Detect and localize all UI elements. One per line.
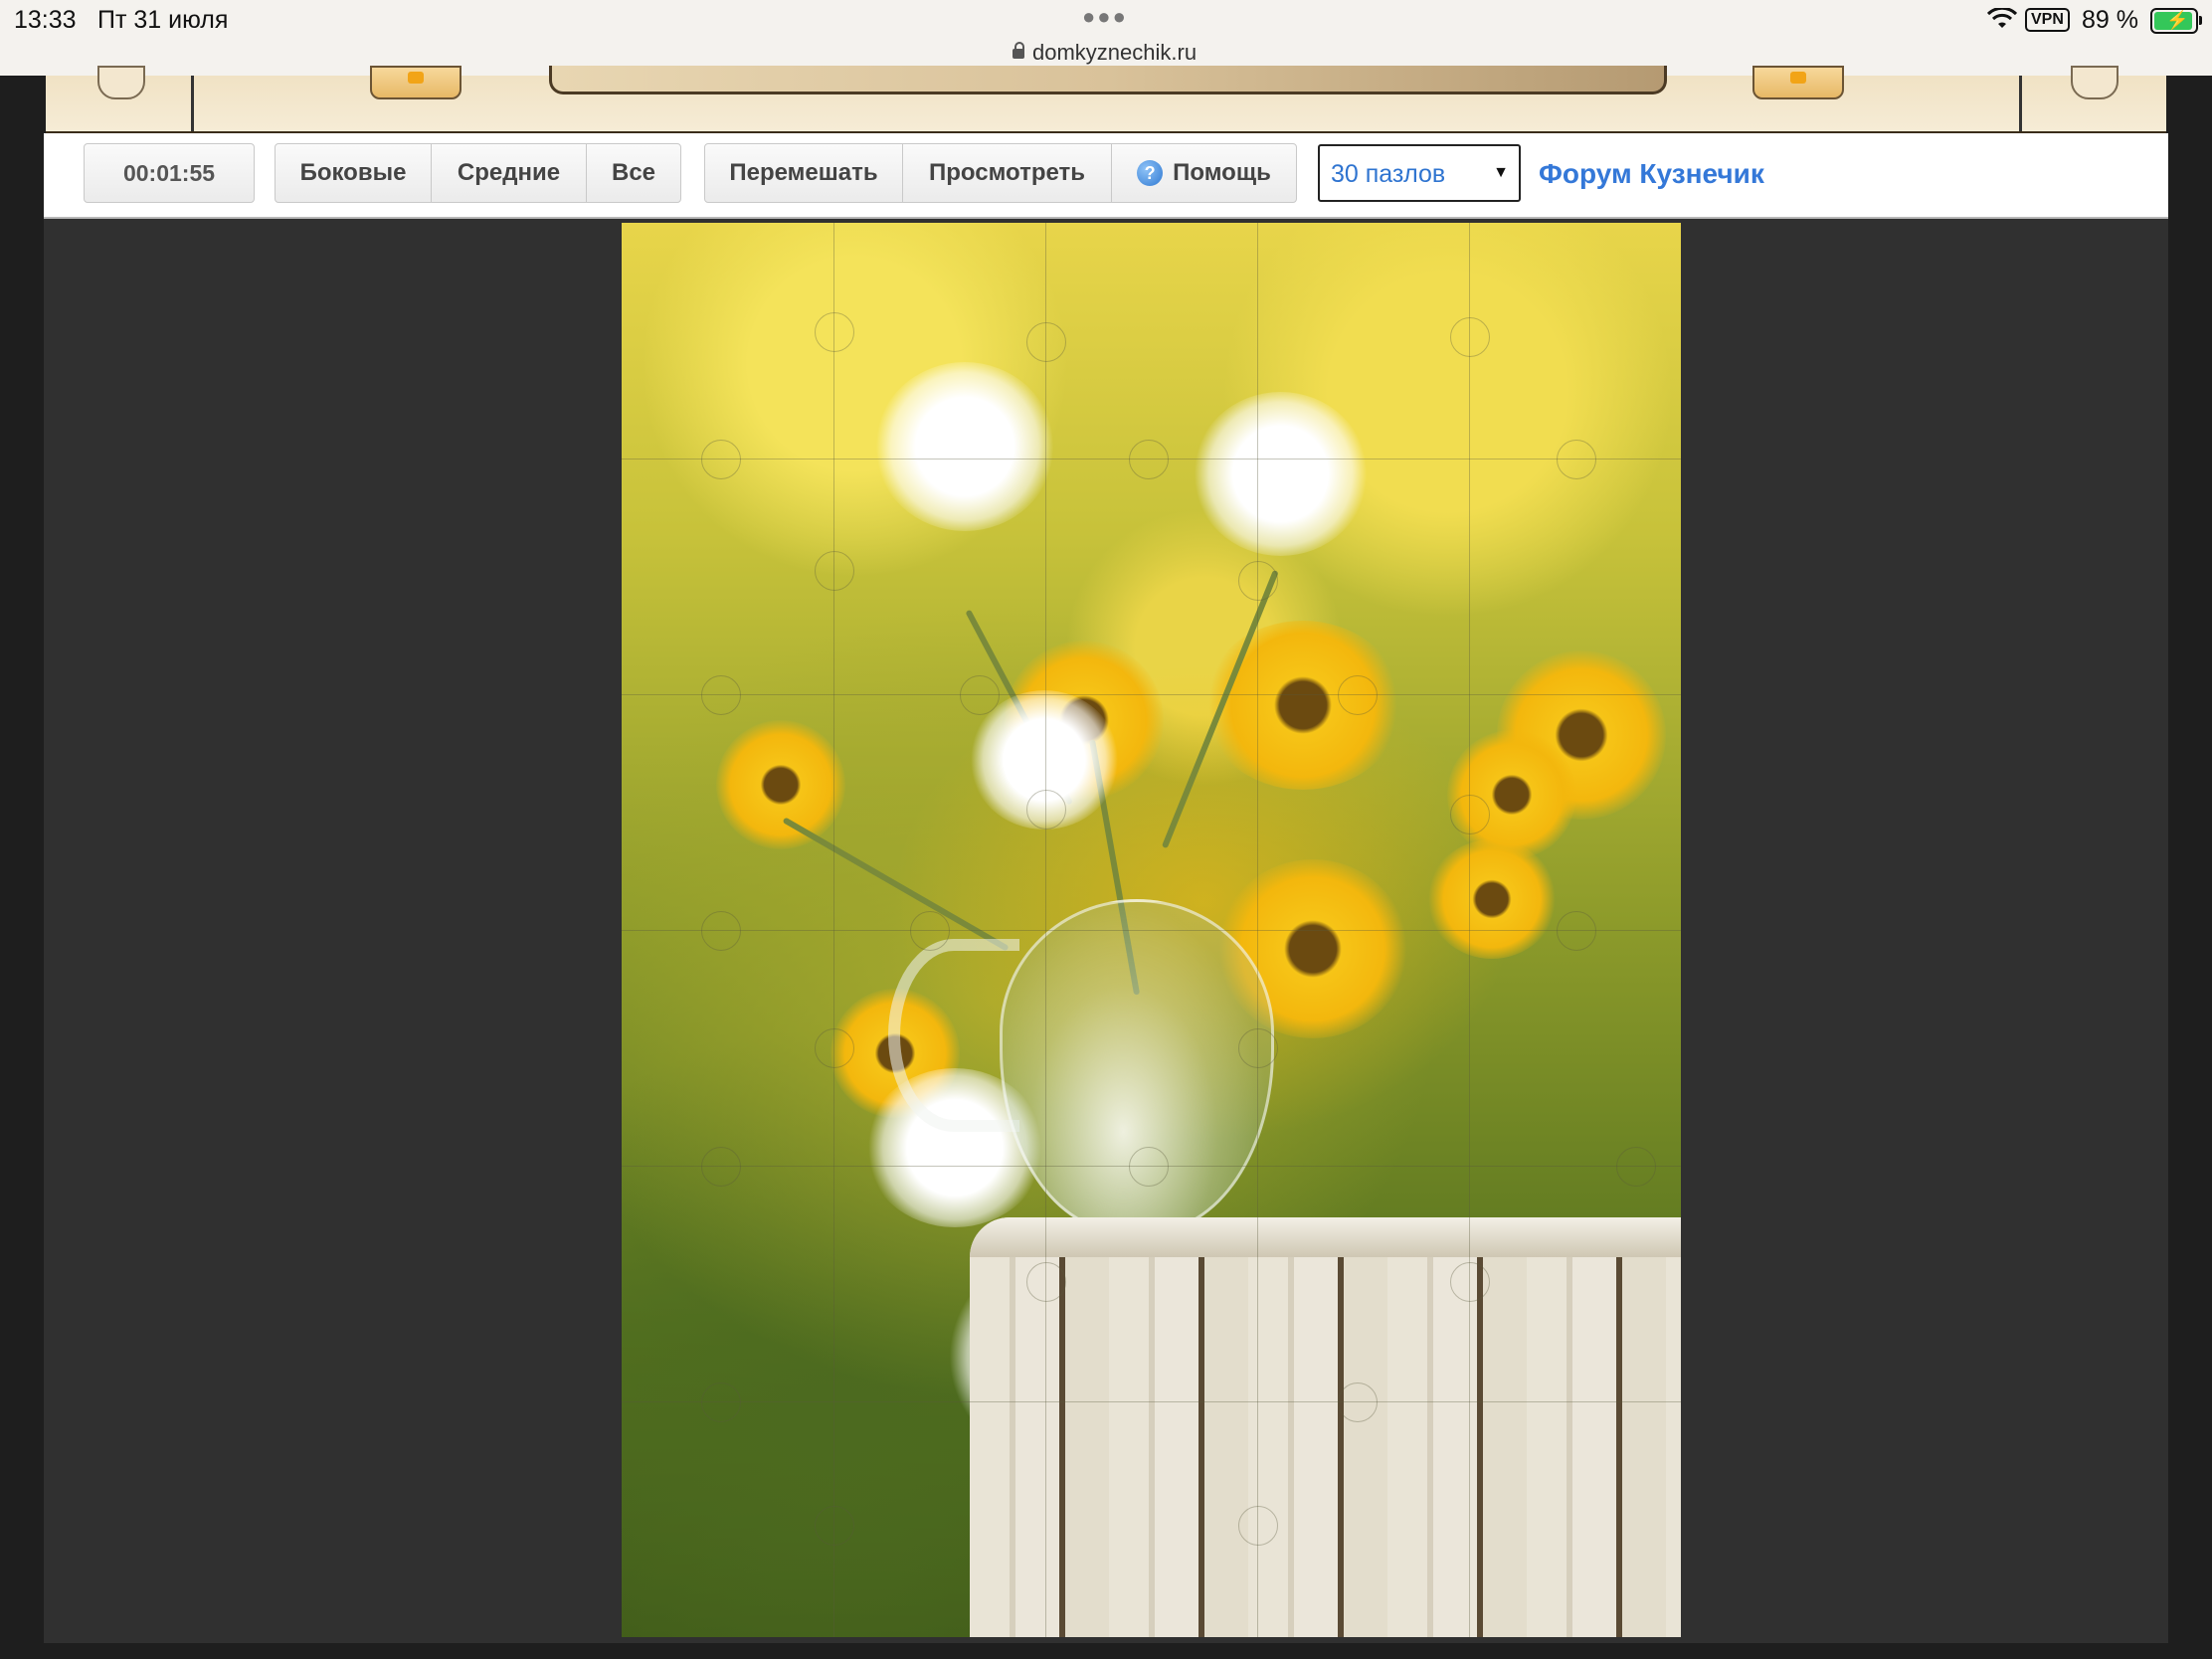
help-icon: ? (1137, 160, 1164, 186)
puzzle-tab (1338, 675, 1378, 715)
puzzle-tab (701, 675, 741, 715)
puzzle-tab (1450, 795, 1490, 834)
wifi-icon (1987, 8, 2017, 28)
more-dots-icon[interactable]: ●●● (1082, 4, 1128, 30)
header-divider (2019, 76, 2022, 131)
header-banner (549, 66, 1667, 94)
decor-knob-left (97, 66, 145, 99)
help-button[interactable]: ? Помощь (1111, 143, 1297, 203)
puzzle-workarea (44, 219, 2168, 1643)
battery-icon: ⚡ (2150, 8, 2202, 34)
flower-stem (782, 817, 1010, 952)
lock-icon (1013, 42, 1024, 59)
puzzle-tab (1338, 1382, 1378, 1422)
preview-button[interactable]: Просмотреть (902, 143, 1112, 203)
status-bar: 13:33 Пт 31 июля ●●● domkyznechik.ru VPN… (0, 0, 2212, 76)
treasure-chest-icon (1752, 66, 1844, 99)
dropdown-arrow-icon: ▼ (1493, 164, 1509, 181)
puzzle-tab (701, 440, 741, 479)
puzzle-tab (815, 312, 854, 352)
puzzle-tab (1026, 322, 1066, 362)
puzzle-count-value: 30 пазлов (1331, 160, 1446, 188)
puzzle-seam (622, 694, 1681, 695)
middle-pieces-button[interactable]: Средние (431, 143, 587, 203)
puzzle-tab (1238, 1506, 1278, 1546)
puzzle-tab (910, 911, 950, 951)
puzzle-tab (701, 1382, 741, 1422)
puzzle-tab (1450, 317, 1490, 357)
puzzle-tab (1238, 1028, 1278, 1068)
puzzle-seam (622, 930, 1681, 931)
dandelion-seedhead (1194, 392, 1368, 556)
address-url: domkyznechik.ru (1032, 40, 1198, 65)
battery-percent: 89 % (2082, 6, 2138, 34)
puzzle-tab (1238, 561, 1278, 601)
help-label: Помощь (1173, 159, 1271, 186)
shuffle-button[interactable]: Перемешать (704, 143, 903, 203)
puzzle-tab (701, 911, 741, 951)
puzzle-tab (815, 1028, 854, 1068)
edge-pieces-button[interactable]: Боковые (275, 143, 432, 203)
dandelion-seedhead (875, 362, 1054, 531)
status-date: Пт 31 июля (97, 6, 229, 34)
puzzle-tab (1026, 1262, 1066, 1302)
puzzle-tab (1129, 1147, 1169, 1187)
forum-link[interactable]: Форум Кузнечик (1539, 158, 1764, 190)
dandelion-flower (1427, 839, 1557, 959)
puzzle-seam (622, 1401, 1681, 1402)
puzzle-toolbar: 00:01:55 Боковые Средние Все Перемешать … (44, 133, 2168, 219)
puzzle-tab (701, 1147, 741, 1187)
status-time: 13:33 (14, 6, 77, 34)
decor-knob-right (2071, 66, 2119, 99)
puzzle-tab (1616, 1147, 1656, 1187)
header-divider (191, 76, 194, 131)
vpn-badge: VPN (2025, 8, 2070, 32)
puzzle-tab (1557, 911, 1596, 951)
address-bar[interactable]: domkyznechik.ru (1013, 40, 1197, 66)
treasure-chest-icon (370, 66, 461, 99)
puzzle-tab (960, 675, 1000, 715)
dandelion-flower (716, 720, 845, 849)
puzzle-board[interactable] (622, 223, 1681, 1637)
timer-display: 00:01:55 (84, 143, 255, 203)
puzzle-tab (1450, 1262, 1490, 1302)
puzzle-tab (1026, 790, 1066, 830)
puzzle-tab (815, 1506, 854, 1546)
puzzle-tab (1557, 440, 1596, 479)
puzzle-tab (815, 551, 854, 591)
site-header (46, 66, 2166, 133)
all-pieces-button[interactable]: Все (586, 143, 681, 203)
birch-stump (970, 1217, 1681, 1637)
puzzle-count-select[interactable]: 30 пазлов ▼ (1318, 144, 1521, 202)
puzzle-tab (1129, 440, 1169, 479)
